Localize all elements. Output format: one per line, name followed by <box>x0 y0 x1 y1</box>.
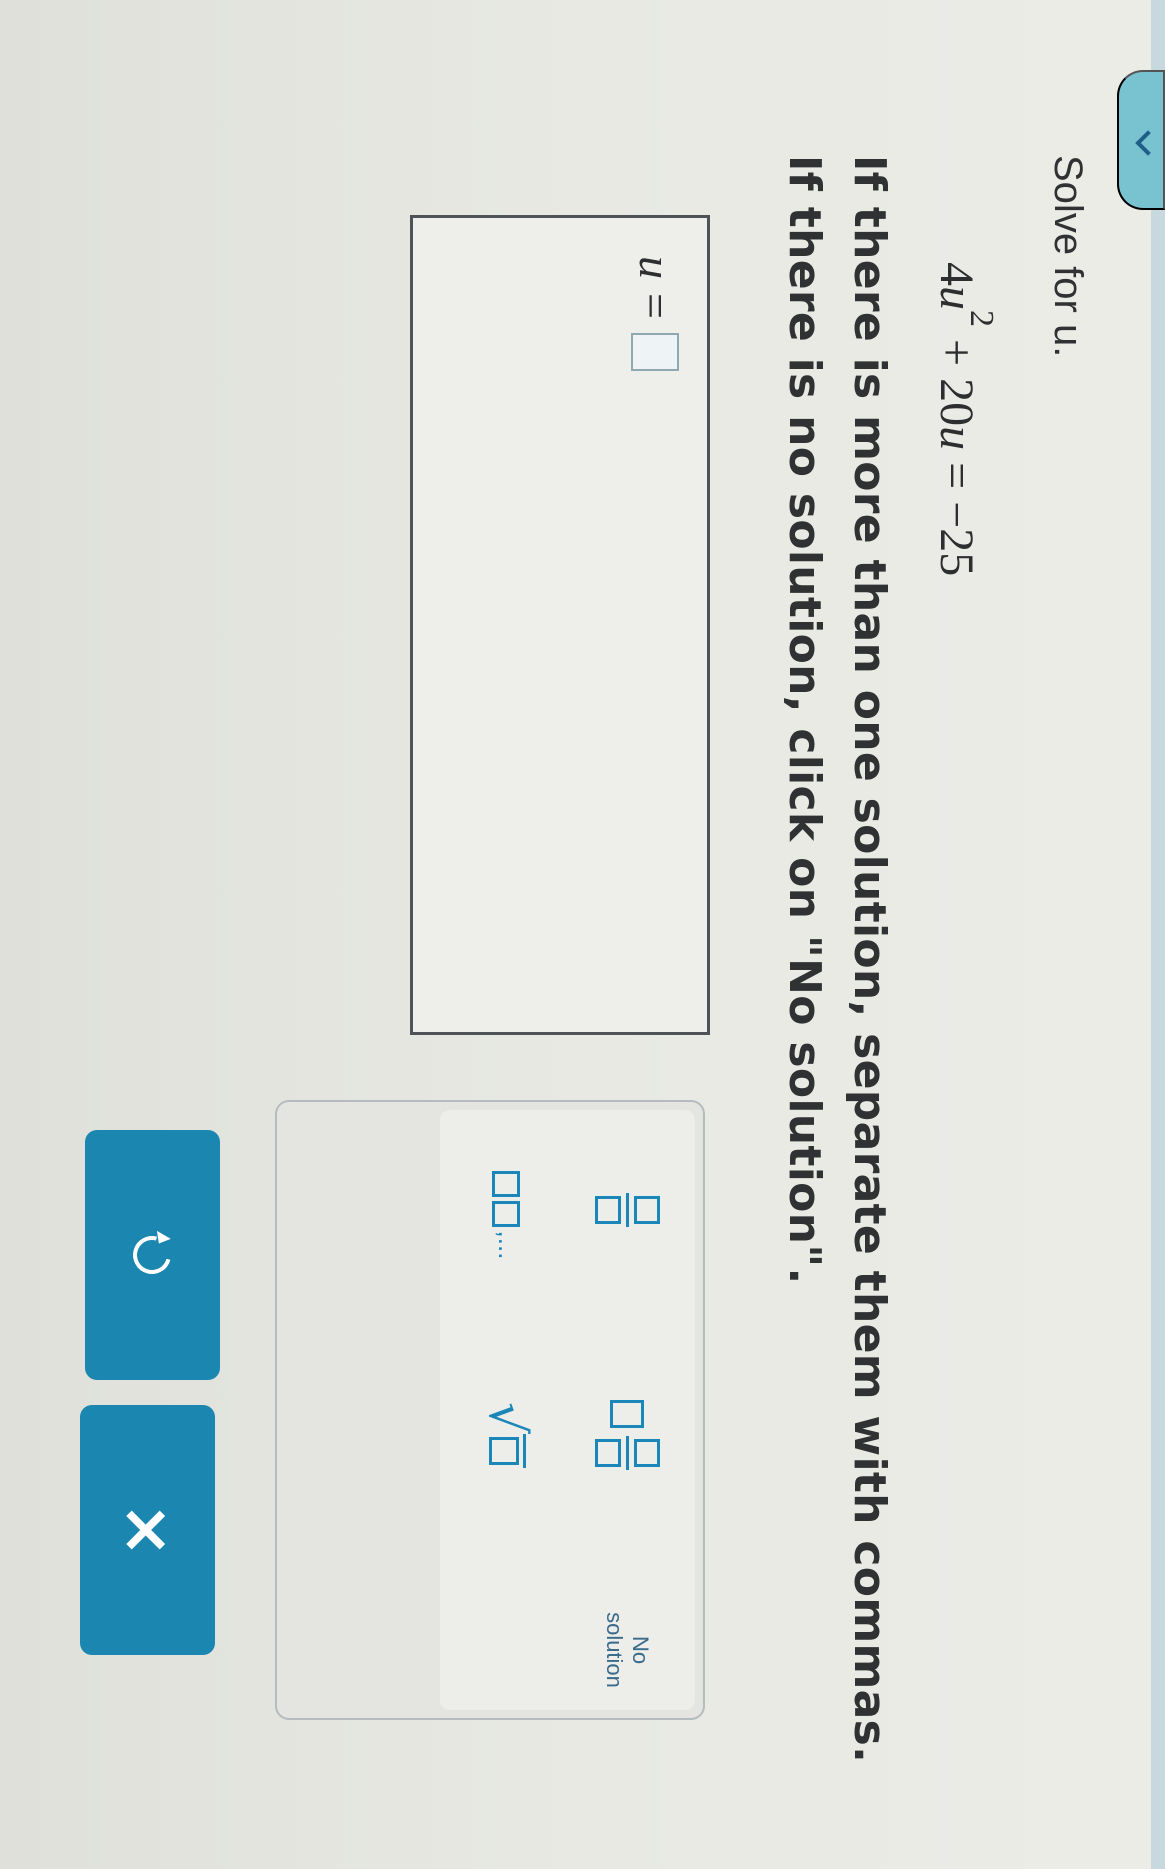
equation: 4u2 + 20u = −25 <box>929 262 1000 576</box>
fraction-icon <box>595 1193 660 1227</box>
list-icon: ,... <box>492 1170 523 1260</box>
equation-rhs: = −25 <box>930 450 983 577</box>
back-tab[interactable] <box>1117 70 1165 210</box>
equation-exponent: 2 <box>963 310 1000 327</box>
no-solution-label: No <box>628 1635 654 1665</box>
answer-variable: u <box>630 256 681 279</box>
list-key[interactable]: ,... <box>460 1155 555 1275</box>
clear-button[interactable]: × <box>80 1405 215 1655</box>
fraction-key[interactable] <box>580 1165 675 1255</box>
list-dots: ,... <box>493 1230 523 1260</box>
no-solution-button[interactable]: No solution <box>580 1600 675 1700</box>
answer-input[interactable] <box>631 332 680 371</box>
problem-screen: Solve for u. 4u2 + 20u = −25 If there is… <box>0 0 1165 1869</box>
top-bar <box>1151 0 1165 1869</box>
square-root-key[interactable]: √ <box>460 1380 555 1490</box>
equation-coef: 4 <box>930 262 983 286</box>
answer-equals: = <box>630 293 681 319</box>
equation-var: u <box>930 286 983 310</box>
undo-button[interactable] <box>85 1130 220 1380</box>
math-keypad: No solution ,... √ <box>275 1100 705 1720</box>
mixed-number-icon <box>595 1400 660 1470</box>
no-solution-label-2: solution <box>602 1612 628 1688</box>
square-root-icon: √ <box>479 1402 537 1468</box>
undo-icon <box>126 1229 179 1281</box>
instruction-no-solution: If there is no solution, click on "No so… <box>779 155 830 1285</box>
equation-middle: + 20 <box>930 327 983 427</box>
equation-var-2: u <box>930 426 983 451</box>
answer-box[interactable]: u = <box>410 215 710 1035</box>
mixed-number-key[interactable] <box>580 1380 675 1490</box>
chevron-left-icon <box>1135 130 1161 156</box>
question-prompt: Solve for u. <box>1046 155 1090 358</box>
answer-line: u = <box>629 256 682 371</box>
close-icon: × <box>109 1502 187 1558</box>
instruction-commas: If there is more than one solution, sepa… <box>844 155 895 1764</box>
keypad-keys: No solution ,... √ <box>440 1110 695 1710</box>
